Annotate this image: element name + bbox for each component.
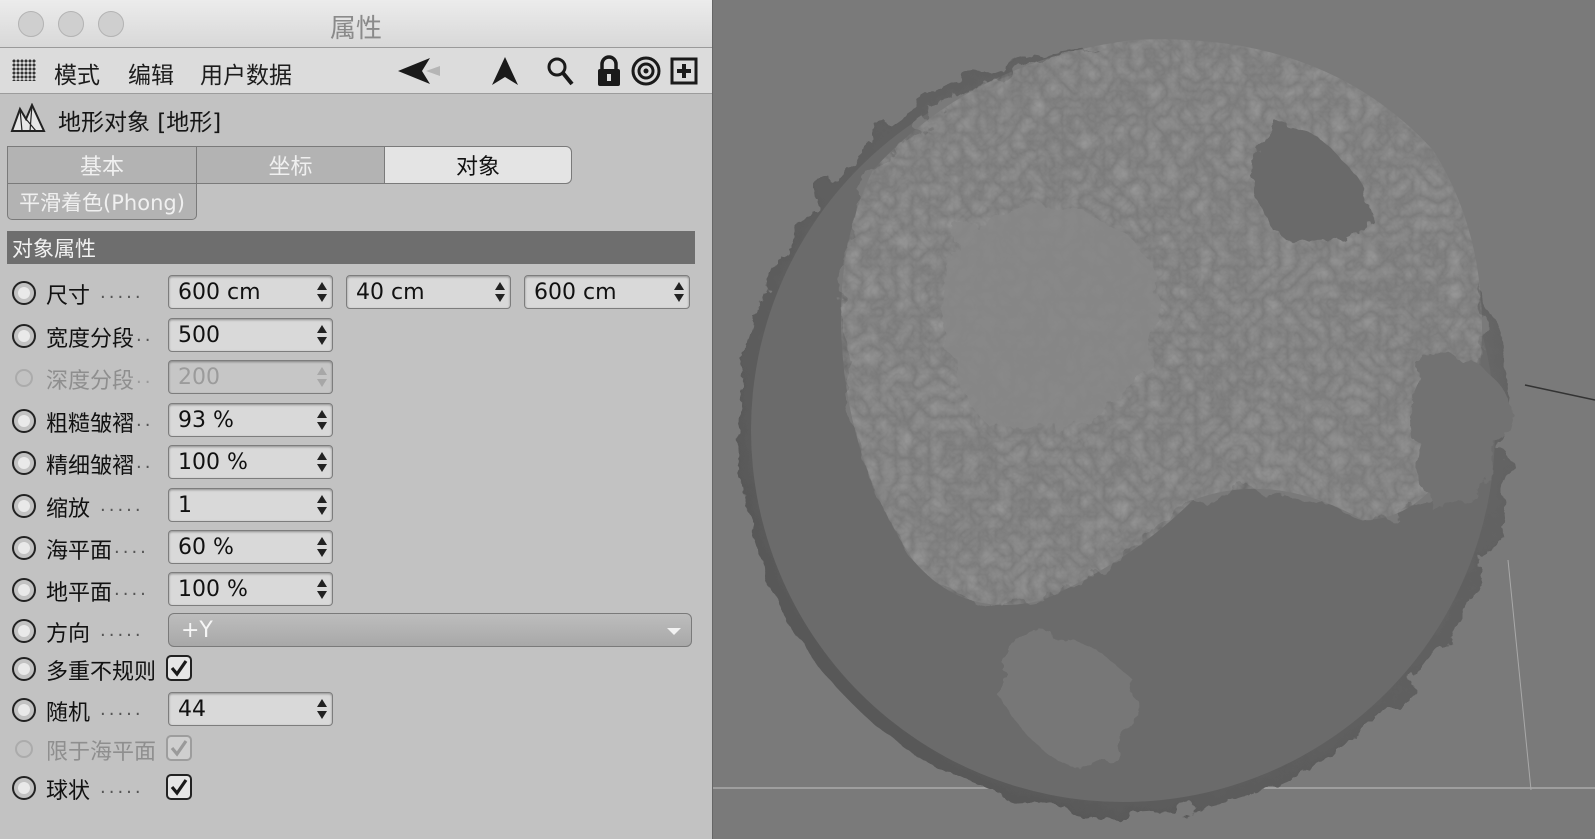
prop-orientation: 方向 ..... +Y (0, 610, 700, 652)
search-icon[interactable] (543, 55, 577, 87)
spinner-icon (674, 281, 684, 303)
object-title: 地形对象 [地形] (58, 110, 222, 136)
tab-coordinates[interactable]: 坐标 (196, 146, 385, 184)
prop-depth-segments: 深度分段 .. 200 (0, 357, 700, 399)
up-arrow-icon[interactable] (488, 55, 522, 87)
window-title: 属性 (329, 14, 382, 44)
spherical-checkbox[interactable] (166, 774, 192, 800)
menu-user-data[interactable]: 用户数据 (200, 56, 292, 90)
animate-radio[interactable] (12, 619, 36, 643)
spinner-icon (317, 536, 327, 558)
prop-random-seed: 随机 ..... 44 (0, 689, 700, 731)
target-icon[interactable] (630, 55, 662, 87)
orientation-dropdown[interactable]: +Y (168, 613, 692, 647)
app-root: 属性 模式 编辑 用户数据 地形对象 [地形] 基本 坐标 对象 平滑着色(Ph… (0, 0, 1595, 839)
checkmark-icon (170, 740, 188, 757)
size-y-field[interactable]: 40 cm (346, 275, 511, 309)
animate-radio (15, 369, 33, 387)
tab-basic[interactable]: 基本 (7, 146, 197, 184)
scale-field[interactable]: 1 (168, 488, 333, 522)
chevron-down-icon (667, 628, 681, 635)
prop-scale: 缩放 ..... 1 (0, 485, 700, 527)
spinner-icon (495, 281, 505, 303)
lock-icon[interactable] (594, 55, 624, 87)
prop-fine-furrows: 精细皱褶 .. 100 % (0, 442, 700, 484)
prop-sea-level: 海平面 .... 60 % (0, 527, 700, 569)
animate-radio[interactable] (12, 409, 36, 433)
prop-rough-furrows: 粗糙皱褶 .. 93 % (0, 400, 700, 442)
spinner-icon (317, 366, 327, 388)
spinner-icon (317, 578, 327, 600)
prop-label: 尺寸 (46, 284, 91, 309)
viewport-3d[interactable] (713, 0, 1595, 839)
checkmark-icon (170, 660, 188, 677)
prop-ground-level: 地平面 .... 100 % (0, 569, 700, 611)
object-header: 地形对象 [地形] (10, 100, 221, 140)
animate-radio (15, 740, 33, 758)
menu-bar: 模式 编辑 用户数据 (0, 48, 712, 94)
spinner-icon (317, 281, 327, 303)
animate-radio[interactable] (12, 698, 36, 722)
window-titlebar[interactable]: 属性 (0, 0, 712, 48)
size-x-field[interactable]: 600 cm (168, 275, 333, 309)
spinner-icon (317, 324, 327, 346)
depth-segments-field: 200 (168, 360, 333, 394)
animate-radio[interactable] (12, 536, 36, 560)
animate-radio[interactable] (12, 451, 36, 475)
grid-menu-icon[interactable] (12, 59, 36, 81)
back-arrow-icon[interactable] (395, 55, 443, 87)
sea-level-field[interactable]: 60 % (168, 530, 333, 564)
spinner-icon (317, 698, 327, 720)
terrain-icon (10, 102, 46, 137)
add-icon[interactable] (669, 55, 699, 87)
checkmark-icon (170, 779, 188, 796)
tab-object[interactable]: 对象 (384, 146, 572, 184)
prop-limit-to-sea-level: 限于海平面 (0, 728, 700, 770)
section-object-properties: 对象属性 (7, 231, 695, 264)
limit-to-sea-level-checkbox (166, 735, 192, 761)
animate-radio[interactable] (12, 578, 36, 602)
prop-multifractal: 多重不规则 (0, 648, 700, 690)
multifractal-checkbox[interactable] (166, 655, 192, 681)
tab-phong-shading[interactable]: 平滑着色(Phong) (7, 184, 197, 220)
prop-width-segments: 宽度分段 .. 500 (0, 315, 700, 357)
animate-radio[interactable] (12, 281, 36, 305)
spinner-icon (317, 409, 327, 431)
animate-radio[interactable] (12, 494, 36, 518)
terrain-sphere-render (713, 39, 1595, 815)
animate-radio[interactable] (12, 776, 36, 800)
animate-radio[interactable] (12, 657, 36, 681)
fine-furrows-field[interactable]: 100 % (168, 445, 333, 479)
rough-furrows-field[interactable]: 93 % (168, 403, 333, 437)
animate-radio[interactable] (12, 324, 36, 348)
spinner-icon (317, 494, 327, 516)
size-z-field[interactable]: 600 cm (524, 275, 690, 309)
menu-edit[interactable]: 编辑 (128, 56, 174, 90)
random-seed-field[interactable]: 44 (168, 692, 333, 726)
ground-level-field[interactable]: 100 % (168, 572, 333, 606)
attribute-panel: 属性 模式 编辑 用户数据 地形对象 [地形] 基本 坐标 对象 平滑着色(Ph… (0, 0, 713, 839)
menu-mode[interactable]: 模式 (54, 56, 100, 90)
prop-spherical: 球状 ..... (0, 767, 700, 809)
prop-size: 尺寸 ..... 600 cm 40 cm 600 cm (0, 272, 700, 314)
width-segments-field[interactable]: 500 (168, 318, 333, 352)
spinner-icon (317, 451, 327, 473)
